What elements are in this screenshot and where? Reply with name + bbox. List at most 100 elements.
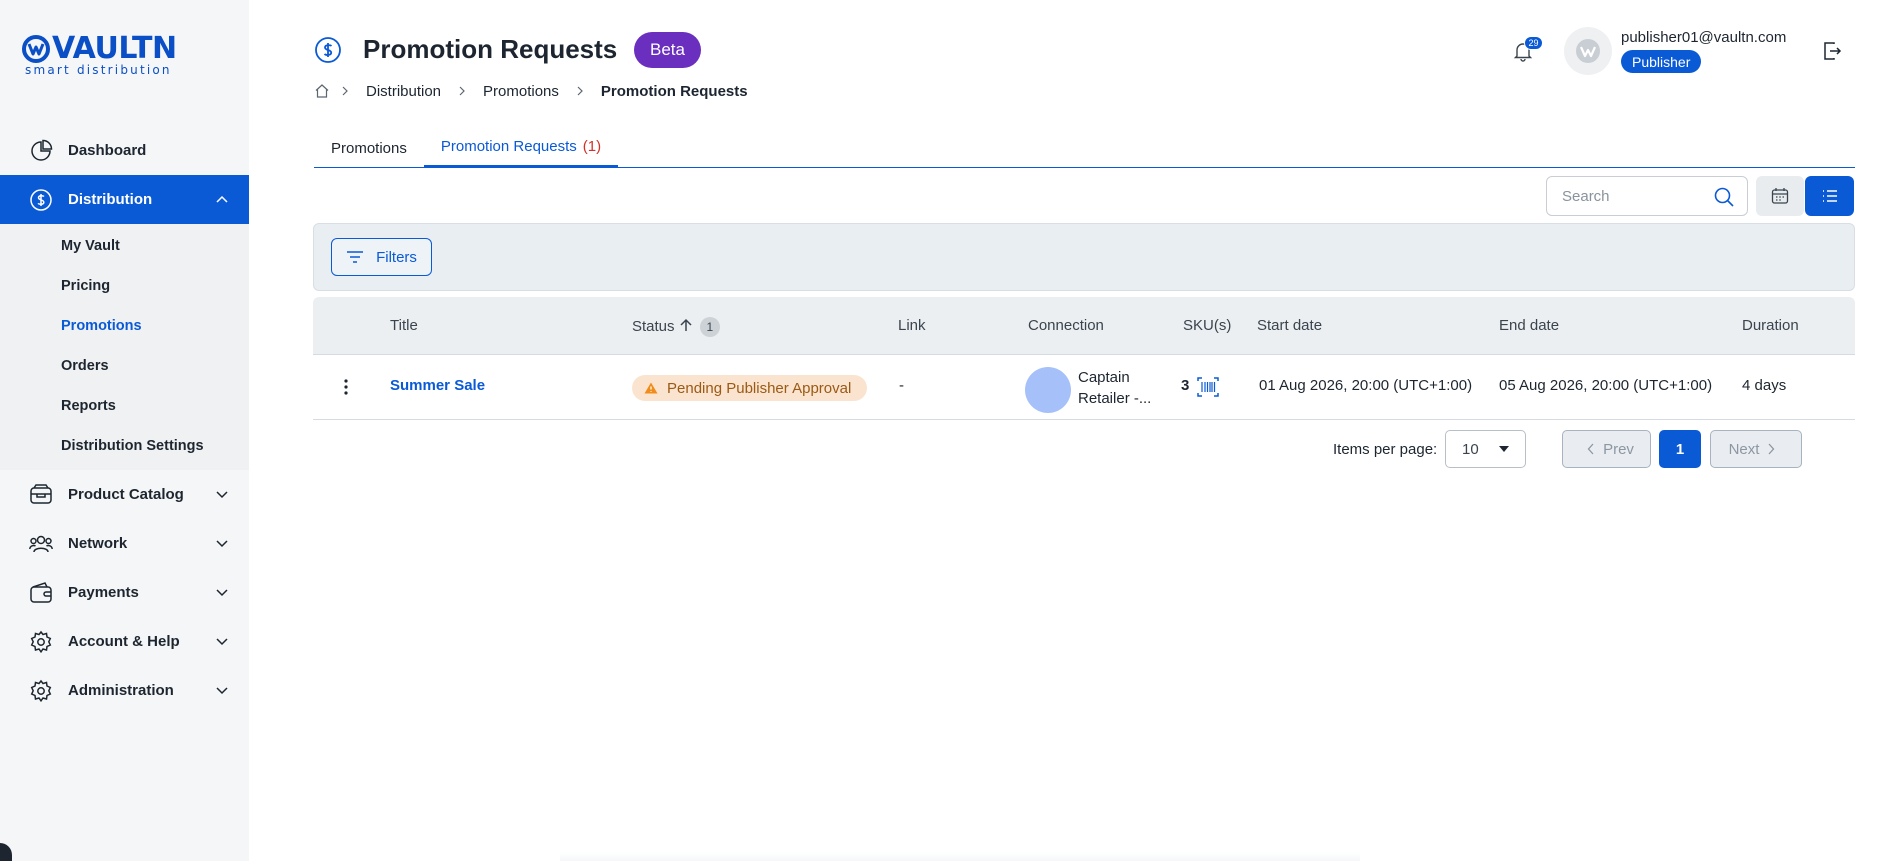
- avatar[interactable]: [1564, 27, 1612, 75]
- tab-bar: Promotions Promotion Requests (1): [314, 128, 1855, 168]
- sidebar-item-dashboard[interactable]: Dashboard: [0, 126, 249, 175]
- search-input[interactable]: Search: [1546, 176, 1748, 216]
- tab-count: (1): [582, 138, 602, 155]
- column-title[interactable]: Title: [390, 317, 418, 334]
- status-badge: Pending Publisher Approval: [632, 375, 868, 401]
- sidebar-subitem-pricing[interactable]: Pricing: [0, 266, 249, 306]
- breadcrumb-promotions[interactable]: Promotions: [477, 83, 565, 100]
- column-duration[interactable]: Duration: [1742, 317, 1799, 334]
- wallet-icon: [29, 581, 53, 605]
- sidebar-item-label: Product Catalog: [68, 486, 184, 503]
- vaultn-mark-icon: [22, 35, 50, 63]
- pie-chart-icon: [29, 139, 53, 163]
- tab-promotion-requests[interactable]: Promotion Requests (1): [423, 128, 619, 168]
- filters-bar: Filters: [313, 223, 1855, 291]
- breadcrumb-separator-icon: [330, 86, 360, 96]
- sidebar-item-payments[interactable]: Payments: [0, 568, 249, 617]
- chevron-down-icon: [216, 638, 228, 646]
- sidebar-subitem-orders[interactable]: Orders: [0, 346, 249, 386]
- notification-count-badge: 29: [1524, 36, 1543, 50]
- home-icon[interactable]: [314, 83, 330, 99]
- items-per-page-label: Items per page:: [1333, 441, 1438, 458]
- barcode-icon[interactable]: [1196, 375, 1220, 399]
- more-actions-icon[interactable]: [341, 376, 351, 398]
- status-text: Pending Publisher Approval: [667, 379, 852, 397]
- sidebar-item-product-catalog[interactable]: Product Catalog: [0, 470, 249, 519]
- table-header: Title Status 1 Link Connection SKU(s) St…: [313, 297, 1855, 355]
- duration: 4 days: [1742, 377, 1787, 394]
- sidebar-item-distribution[interactable]: Distribution: [0, 175, 249, 224]
- breadcrumb: Distribution Promotions Promotion Reques…: [314, 81, 754, 101]
- table-row[interactable]: Summer Sale Pending Publisher Approval -…: [313, 355, 1855, 420]
- filters-button[interactable]: Filters: [331, 238, 432, 276]
- next-label: Next: [1728, 440, 1760, 458]
- logo-name: VAULTN: [52, 31, 177, 66]
- sidebar-item-label: Administration: [68, 682, 174, 699]
- prev-page-button[interactable]: Prev: [1562, 430, 1651, 468]
- sidebar-item-network[interactable]: Network: [0, 519, 249, 568]
- logout-icon[interactable]: [1821, 40, 1843, 62]
- list-icon: [1822, 190, 1837, 202]
- list-view-button[interactable]: [1805, 176, 1854, 216]
- chevron-left-icon: [1587, 443, 1594, 455]
- sidebar-subitem-promotions[interactable]: Promotions: [0, 306, 249, 346]
- filter-icon: [347, 251, 364, 263]
- sort-order-badge: 1: [699, 317, 720, 337]
- promotion-requests-table: Title Status 1 Link Connection SKU(s) St…: [313, 297, 1855, 420]
- column-skus[interactable]: SKU(s): [1183, 317, 1231, 334]
- calendar-view-button[interactable]: [1756, 176, 1804, 216]
- sidebar-item-account-help[interactable]: Account & Help: [0, 617, 249, 666]
- gear-icon: [29, 630, 53, 654]
- tab-promotions[interactable]: Promotions: [314, 128, 424, 168]
- sort-ascending-icon: [680, 318, 692, 331]
- column-start-date[interactable]: Start date: [1257, 317, 1322, 334]
- chevron-down-icon: [216, 491, 228, 499]
- connection-avatar: [1025, 367, 1071, 413]
- beta-badge: Beta: [634, 32, 701, 68]
- dollar-circle-icon: [315, 37, 341, 63]
- caret-down-icon: [1499, 446, 1509, 452]
- column-link[interactable]: Link: [898, 317, 926, 334]
- sidebar-item-label: Distribution: [68, 191, 153, 208]
- items-per-page-select[interactable]: 10: [1445, 430, 1526, 468]
- tab-label: Promotion Requests: [440, 138, 577, 155]
- tab-label: Promotions: [331, 139, 407, 157]
- box-icon: [29, 483, 53, 507]
- sidebar-subitem-reports[interactable]: Reports: [0, 386, 249, 426]
- sidebar: VAULTN smart distribution Dashboard Dist…: [0, 0, 249, 861]
- breadcrumb-distribution[interactable]: Distribution: [360, 83, 447, 100]
- column-connection[interactable]: Connection: [1028, 317, 1104, 334]
- vaultn-logo[interactable]: VAULTN smart distribution: [22, 31, 182, 77]
- sidebar-item-label: Payments: [68, 584, 139, 601]
- link-value: -: [899, 377, 904, 394]
- sidebar-item-label: Dashboard: [68, 142, 147, 159]
- warning-icon: [644, 382, 658, 394]
- pagination: Items per page: 10 Prev 1 Next: [313, 430, 1855, 470]
- chevron-right-icon: [1768, 443, 1775, 455]
- chevron-down-icon: [216, 687, 228, 695]
- sidebar-subitem-distribution-settings[interactable]: Distribution Settings: [0, 426, 249, 466]
- items-per-page-value: 10: [1462, 440, 1479, 458]
- logo-tagline: smart distribution: [25, 63, 172, 77]
- chevron-down-icon: [216, 540, 228, 548]
- search-icon[interactable]: [1713, 186, 1735, 208]
- users-icon: [29, 532, 53, 556]
- next-page-button[interactable]: Next: [1710, 430, 1802, 468]
- connection-name[interactable]: Captain Retailer -...: [1078, 367, 1158, 409]
- sku-count: 3: [1181, 377, 1190, 394]
- gear-icon: [29, 679, 53, 703]
- column-status-label: Status: [632, 317, 675, 335]
- breadcrumb-separator-icon: [447, 86, 477, 96]
- sidebar-subitem-my-vault[interactable]: My Vault: [0, 226, 249, 266]
- chevron-down-icon: [216, 589, 228, 597]
- dollar-circle-icon: [29, 188, 53, 212]
- column-status[interactable]: Status 1: [632, 317, 720, 337]
- promotion-title-link[interactable]: Summer Sale: [390, 377, 485, 394]
- filters-label: Filters: [376, 248, 417, 266]
- end-date: 05 Aug 2026, 20:00 (UTC+1:00): [1499, 377, 1713, 394]
- sidebar-item-administration[interactable]: Administration: [0, 666, 249, 715]
- page-1-button[interactable]: 1: [1659, 430, 1701, 468]
- chevron-up-icon: [216, 195, 228, 203]
- column-end-date[interactable]: End date: [1499, 317, 1559, 334]
- prev-label: Prev: [1603, 440, 1634, 458]
